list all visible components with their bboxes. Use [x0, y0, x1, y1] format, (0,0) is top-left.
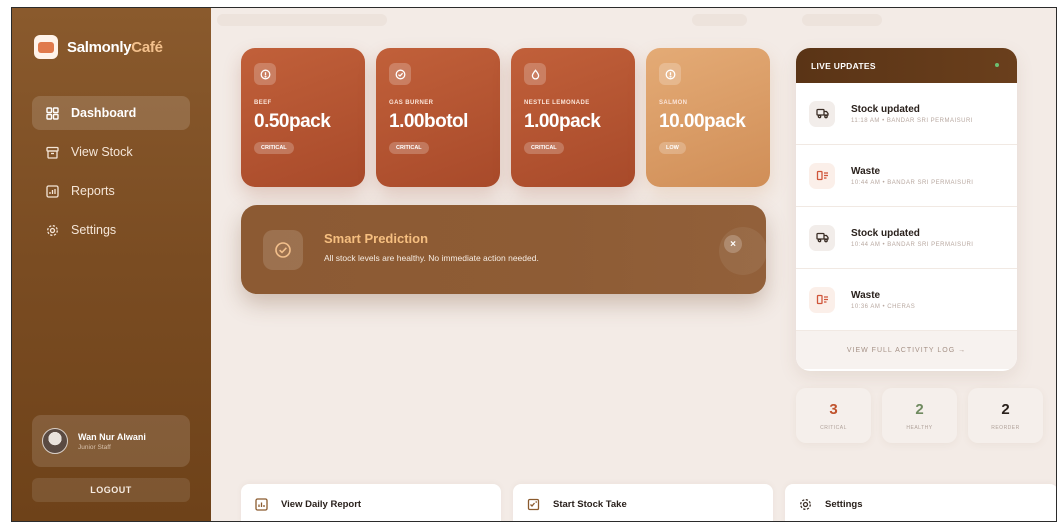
user-name: Wan Nur Alwani — [78, 431, 146, 442]
user-profile-card[interactable]: Wan Nur Alwani Junior Staff — [32, 415, 190, 467]
action-label: Settings — [825, 498, 863, 510]
waste-icon — [809, 162, 835, 189]
activity-title: Stock updated — [851, 103, 920, 115]
stock-item-name: NESTLE LEMONADE — [524, 100, 590, 106]
sidebar-item-settings[interactable]: Settings — [32, 213, 190, 247]
healthy-label: HEALTHY — [906, 424, 933, 431]
activity-meta: 11:18 AM • BANDAR SRI PERMAISURI — [851, 117, 974, 124]
activity-item[interactable]: Stock updated 11:18 AM • BANDAR SRI PERM… — [796, 83, 1017, 145]
activity-title: Waste — [851, 165, 881, 177]
sidebar: SalmonlyCafé Dashboard View Stock Report… — [12, 8, 211, 521]
activity-title: Stock updated — [851, 227, 920, 239]
activity-meta: 10:44 AM • BANDAR SRI PERMAISURI — [851, 179, 974, 186]
sidebar-item-label: Settings — [71, 223, 117, 237]
stock-card-salmon[interactable]: SALMON 10.00pack LOW — [646, 48, 770, 187]
live-updates-header: LIVE UPDATES — [796, 48, 1017, 83]
app-window: SalmonlyCafé Dashboard View Stock Report… — [11, 7, 1057, 522]
start-stock-take-button[interactable]: Start Stock Take — [513, 484, 773, 521]
logout-button[interactable]: LOGOUT — [32, 478, 190, 502]
truck-icon — [809, 100, 835, 127]
view-daily-report-button[interactable]: View Daily Report — [241, 484, 501, 521]
activity-item[interactable]: Stock updated 10:44 AM • BANDAR SRI PERM… — [796, 207, 1017, 269]
sidebar-item-label: Reports — [71, 184, 115, 198]
check-circle-icon — [389, 63, 411, 85]
top-bar-placeholder — [802, 14, 882, 26]
top-bar-placeholder — [217, 14, 387, 26]
activity-item[interactable]: Waste 10:44 AM • BANDAR SRI PERMAISURI — [796, 145, 1017, 207]
status-badge: CRITICAL — [524, 142, 564, 154]
prediction-message: All stock levels are healthy. No immedia… — [324, 253, 539, 263]
droplet-icon — [524, 63, 546, 85]
close-button[interactable]: × — [724, 235, 742, 253]
brand-logo-icon — [34, 35, 58, 59]
clipboard-icon — [526, 497, 540, 511]
top-bar-placeholder — [692, 14, 747, 26]
dashboard-grid-icon — [45, 106, 59, 120]
inventory-box-icon — [45, 145, 59, 159]
stock-item-value: 1.00pack — [524, 111, 601, 132]
alert-circle-icon — [254, 63, 276, 85]
critical-count-card: 3 CRITICAL — [796, 388, 871, 443]
user-role: Junior Staff — [78, 443, 111, 451]
sidebar-item-label: Dashboard — [71, 106, 137, 120]
sidebar-item-dashboard[interactable]: Dashboard — [32, 96, 190, 130]
brand[interactable]: SalmonlyCafé — [34, 35, 163, 59]
healthy-count: 2 — [915, 400, 924, 418]
avatar — [42, 428, 68, 454]
activity-meta: 10:44 AM • BANDAR SRI PERMAISURI — [851, 241, 974, 248]
check-circle-icon — [263, 230, 303, 270]
stock-item-name: GAS BURNER — [389, 100, 434, 106]
stock-item-value: 10.00pack — [659, 111, 746, 132]
stock-item-value: 1.00botol — [389, 111, 468, 132]
report-chart-icon — [254, 497, 268, 511]
critical-count: 3 — [829, 400, 838, 418]
truck-icon — [809, 224, 835, 251]
live-indicator-icon — [995, 63, 999, 67]
gear-icon — [45, 223, 59, 237]
activity-item[interactable]: Waste 10:36 AM • CHERAS — [796, 269, 1017, 331]
sidebar-item-reports[interactable]: Reports — [32, 174, 190, 208]
reorder-count: 2 — [1001, 400, 1010, 418]
healthy-count-card: 2 HEALTHY — [882, 388, 957, 443]
reorder-label: REORDER — [991, 424, 1020, 431]
chart-icon — [45, 184, 59, 198]
waste-icon — [809, 286, 835, 313]
action-label: Start Stock Take — [553, 498, 627, 510]
action-label: View Daily Report — [281, 498, 362, 510]
brand-name: SalmonlyCafé — [67, 38, 163, 56]
status-badge: LOW — [659, 142, 686, 154]
live-updates-title: LIVE UPDATES — [811, 60, 876, 71]
view-activity-log-link[interactable]: VIEW FULL ACTIVITY LOG → — [796, 331, 1017, 369]
sidebar-item-label: View Stock — [71, 145, 133, 159]
sidebar-item-view-stock[interactable]: View Stock — [32, 135, 190, 169]
smart-prediction-banner: Smart Prediction All stock levels are he… — [241, 205, 767, 294]
critical-label: CRITICAL — [820, 424, 847, 431]
reorder-count-card: 2 REORDER — [968, 388, 1043, 443]
stock-item-name: SALMON — [659, 100, 688, 106]
sidebar-nav: Dashboard View Stock Reports Settings — [32, 96, 190, 252]
stock-card-nestle-lemonade[interactable]: NESTLE LEMONADE 1.00pack CRITICAL — [511, 48, 635, 187]
activity-meta: 10:36 AM • CHERAS — [851, 303, 916, 310]
live-updates-panel: LIVE UPDATES Stock updated 11:18 AM • BA… — [796, 48, 1017, 371]
alert-circle-icon — [659, 63, 681, 85]
stock-card-gas-burner[interactable]: GAS BURNER 1.00botol CRITICAL — [376, 48, 500, 187]
gear-icon — [798, 497, 812, 511]
stock-item-name: BEEF — [254, 100, 272, 106]
prediction-title: Smart Prediction — [324, 231, 429, 246]
stock-card-beef[interactable]: BEEF 0.50pack CRITICAL — [241, 48, 365, 187]
status-badge: CRITICAL — [254, 142, 294, 154]
gear-watermark-icon — [719, 227, 767, 275]
activity-title: Waste — [851, 289, 881, 301]
settings-shortcut-button[interactable]: Settings — [785, 484, 1056, 521]
status-badge: CRITICAL — [389, 142, 429, 154]
stock-item-value: 0.50pack — [254, 111, 331, 132]
